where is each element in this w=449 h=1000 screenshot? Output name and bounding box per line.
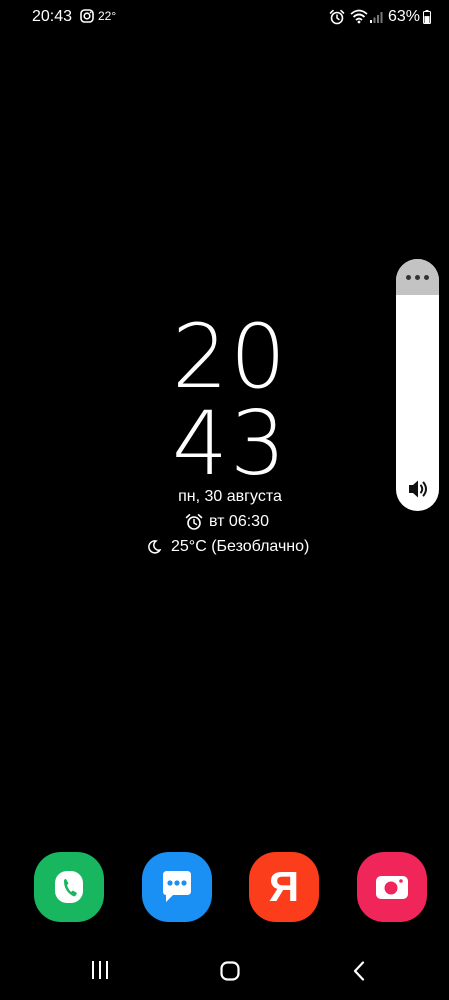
next-alarm-text: вт 06:30 (209, 513, 269, 530)
chat-icon (163, 871, 191, 902)
date-text: пн, 30 августа (178, 488, 282, 505)
more-dots-icon[interactable] (396, 259, 439, 295)
home-icon[interactable] (220, 961, 240, 981)
alarm-clock-icon (185, 514, 203, 530)
back-icon[interactable] (352, 961, 366, 981)
moon-icon (148, 540, 161, 554)
status-temperature: 22° (98, 9, 117, 23)
battery-icon (423, 10, 431, 24)
wifi-icon (350, 9, 368, 24)
messages-app-icon[interactable] (142, 852, 212, 922)
next-alarm: вт 06:30 (185, 511, 269, 533)
volume-panel[interactable] (396, 259, 439, 511)
battery-percent: 63% (388, 8, 421, 25)
clock-minutes[interactable]: 43 (160, 400, 300, 488)
phone-icon (55, 871, 83, 903)
weather[interactable]: 25°C (Безоблачно) (147, 536, 309, 558)
camera-app-icon[interactable] (357, 852, 427, 922)
clock-hours[interactable]: 20 (160, 313, 300, 401)
speaker-icon[interactable] (407, 478, 431, 500)
weather-text: 25°C (Безоблачно) (171, 538, 310, 555)
signal-icon (370, 12, 383, 23)
instagram-icon (80, 9, 94, 23)
phone-app-icon[interactable] (34, 852, 104, 922)
yandex-logo: Я (268, 863, 300, 910)
recent-apps-icon[interactable] (90, 961, 110, 979)
status-time: 20:43 (32, 8, 73, 25)
alarm-icon (329, 9, 345, 25)
yandex-app-icon[interactable]: Я (249, 852, 319, 922)
camera-icon (376, 876, 408, 899)
status-bar: 20:43 22° 63% (0, 0, 449, 36)
